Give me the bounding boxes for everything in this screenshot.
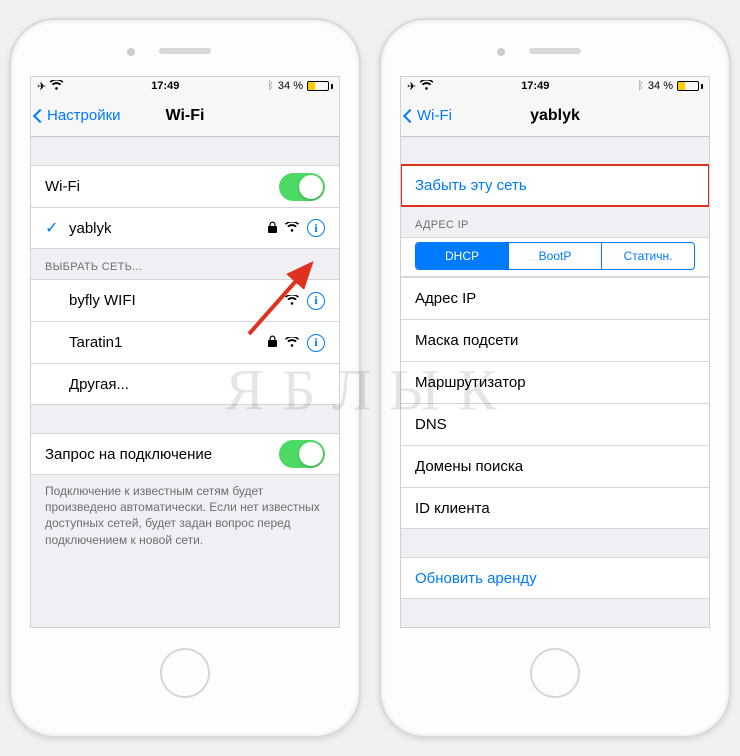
ask-to-join-label: Запрос на подключение (45, 446, 279, 463)
chevron-left-icon (33, 108, 47, 122)
wifi-strength-icon (285, 294, 299, 308)
nav-bar: Настройки Wi-Fi (31, 95, 339, 137)
home-button[interactable] (160, 648, 210, 698)
front-camera (127, 48, 135, 56)
segment-bootp[interactable]: BootP (509, 243, 602, 269)
renew-lease-label: Обновить аренду (415, 570, 695, 587)
segment-dhcp[interactable]: DHCP (416, 243, 509, 269)
ip-field-row[interactable]: Маска подсети (401, 319, 709, 361)
iphone-left: ✈︎ 17:49 ᛒ 34 % Настройки Wi-Fi (9, 18, 361, 738)
info-icon[interactable]: i (307, 334, 325, 352)
ip-field-row[interactable]: Домены поиска (401, 445, 709, 487)
wifi-strength-icon (285, 221, 299, 235)
page-title: yablyk (530, 107, 580, 125)
forget-network-row[interactable]: Забыть эту сеть (401, 165, 709, 207)
back-label: Настройки (47, 107, 121, 124)
field-label: Маршрутизатор (415, 374, 695, 391)
ask-to-join-row[interactable]: Запрос на подключение (31, 433, 339, 475)
airplane-icon: ✈︎ (407, 80, 416, 93)
connected-network-name: yablyk (69, 220, 268, 237)
field-label: Маска подсети (415, 332, 695, 349)
wifi-toggle-label: Wi-Fi (45, 178, 279, 195)
status-bar: ✈︎ 17:49 ᛒ 34 % (31, 77, 339, 95)
iphone-right: ✈︎ 17:49 ᛒ 34 % Wi-Fi yablyk (379, 18, 731, 738)
wifi-status-icon (420, 80, 433, 93)
wifi-toggle-row[interactable]: Wi-Fi (31, 165, 339, 207)
ip-field-row[interactable]: Адрес IP (401, 277, 709, 319)
earpiece-speaker (159, 48, 211, 54)
battery-icon (307, 81, 333, 91)
ask-toggle[interactable] (279, 440, 325, 468)
wifi-toggle[interactable] (279, 173, 325, 201)
info-icon[interactable]: i (307, 219, 325, 237)
other-network-row[interactable]: ✓ Другая... (31, 363, 339, 405)
page-title: Wi-Fi (166, 107, 205, 125)
checkmark-icon: ✓ (45, 218, 59, 238)
battery-percent: 34 % (278, 80, 303, 92)
network-row[interactable]: ✓ byfly WIFI i (31, 279, 339, 321)
field-label: DNS (415, 416, 695, 433)
wifi-status-icon (50, 80, 63, 93)
airplane-icon: ✈︎ (37, 80, 46, 93)
clock: 17:49 (151, 80, 179, 92)
clock: 17:49 (521, 80, 549, 92)
status-bar: ✈︎ 17:49 ᛒ 34 % (401, 77, 709, 95)
field-label: Адрес IP (415, 290, 695, 307)
field-label: ID клиента (415, 500, 695, 517)
segment-static[interactable]: Статичн. (602, 243, 694, 269)
info-icon[interactable]: i (307, 292, 325, 310)
network-row[interactable]: ✓ Taratin1 i (31, 321, 339, 363)
ip-field-row[interactable]: ID клиента (401, 487, 709, 529)
lock-icon (268, 221, 277, 236)
ip-section-header: АДРЕС IP (401, 207, 709, 237)
wifi-strength-icon (285, 336, 299, 350)
renew-lease-row[interactable]: Обновить аренду (401, 557, 709, 599)
network-name: byfly WIFI (69, 292, 285, 309)
bluetooth-icon: ᛒ (637, 80, 644, 92)
annotation-highlight (401, 164, 709, 207)
choose-network-header: ВЫБРАТЬ СЕТЬ... (31, 249, 339, 279)
battery-percent: 34 % (648, 80, 673, 92)
ip-field-row[interactable]: Маршрутизатор (401, 361, 709, 403)
bluetooth-icon: ᛒ (267, 80, 274, 92)
field-label: Домены поиска (415, 458, 695, 475)
home-button[interactable] (530, 648, 580, 698)
back-label: Wi-Fi (417, 107, 452, 124)
connected-network-row[interactable]: ✓ yablyk i (31, 207, 339, 249)
battery-icon (677, 81, 703, 91)
other-network-label: Другая... (69, 376, 325, 393)
ip-mode-segmented[interactable]: DHCP BootP Статичн. (415, 242, 695, 270)
screen-wifi-list: ✈︎ 17:49 ᛒ 34 % Настройки Wi-Fi (30, 76, 340, 628)
earpiece-speaker (529, 48, 581, 54)
front-camera (497, 48, 505, 56)
back-button[interactable]: Настройки (35, 95, 121, 136)
chevron-left-icon (403, 108, 417, 122)
lock-icon (268, 335, 277, 350)
ask-footer: Подключение к известным сетям будет прои… (31, 475, 339, 556)
network-name: Taratin1 (69, 334, 268, 351)
screen-network-details: ✈︎ 17:49 ᛒ 34 % Wi-Fi yablyk (400, 76, 710, 628)
ip-field-row[interactable]: DNS (401, 403, 709, 445)
nav-bar: Wi-Fi yablyk (401, 95, 709, 137)
back-button[interactable]: Wi-Fi (405, 95, 452, 136)
